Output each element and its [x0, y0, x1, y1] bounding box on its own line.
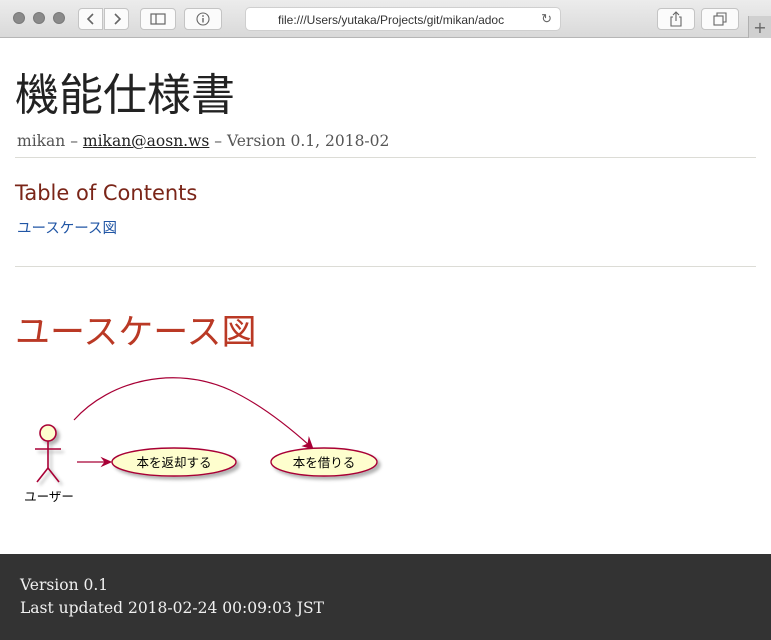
usecase-diagram: ユーザー 本を返却する 本を借りる: [24, 377, 378, 504]
sidebar-toggle-button[interactable]: [140, 8, 176, 30]
browser-toolbar: file:///Users/yutaka/Projects/git/mikan/…: [0, 0, 771, 38]
zoom-window-button[interactable]: [53, 12, 65, 24]
revision: Version 0.1, 2018-02: [226, 132, 390, 150]
details-separator: –: [214, 132, 223, 150]
usecase-return-book: 本を返却する: [111, 447, 237, 477]
chevron-right-icon: [113, 13, 121, 25]
forward-button[interactable]: [104, 8, 129, 30]
association-arrow-return: [77, 456, 113, 468]
toc-divider: [15, 266, 756, 267]
author: mikan: [17, 132, 66, 150]
close-window-button[interactable]: [13, 12, 25, 24]
actor-label: ユーザー: [24, 489, 74, 504]
usecase-borrow-book: 本を借りる: [270, 447, 378, 477]
sidebar-icon: [150, 13, 166, 25]
toc-link-usecase-diagram[interactable]: ユースケース図: [17, 217, 117, 238]
chevron-left-icon: [86, 13, 94, 25]
tabs-overview-button[interactable]: [701, 8, 739, 30]
address-bar[interactable]: file:///Users/yutaka/Projects/git/mikan/…: [245, 7, 561, 31]
back-button[interactable]: [78, 8, 103, 30]
document-details: mikan – mikan@aosn.ws – Version 0.1, 201…: [17, 132, 389, 150]
share-button[interactable]: [657, 8, 695, 30]
actor-user: [35, 424, 61, 483]
footer-last-updated: Last updated 2018-02-24 00:09:03 JST: [20, 599, 324, 617]
author-email-link[interactable]: mikan@aosn.ws: [83, 132, 209, 150]
reader-info-button[interactable]: [184, 8, 222, 30]
association-arrow-borrow: [73, 377, 314, 450]
toc-title: Table of Contents: [15, 181, 198, 205]
section-title: ユースケース図: [15, 313, 257, 353]
page-footer: Version 0.1 Last updated 2018-02-24 00:0…: [0, 554, 771, 640]
header-divider: [15, 157, 756, 158]
new-tab-button[interactable]: +: [748, 16, 771, 38]
usecase-label: 本を返却する: [136, 455, 211, 470]
document-title: 機能仕様書: [15, 70, 235, 121]
reload-icon[interactable]: ↻: [541, 11, 552, 27]
details-separator: –: [70, 132, 78, 150]
footer-version: Version 0.1: [20, 576, 109, 594]
tabs-icon: [713, 12, 727, 26]
minimize-window-button[interactable]: [33, 12, 45, 24]
share-icon: [670, 11, 682, 27]
usecase-label: 本を借りる: [293, 455, 356, 470]
url-text: file:///Users/yutaka/Projects/git/mikan/…: [278, 13, 505, 27]
info-icon: [196, 12, 210, 26]
